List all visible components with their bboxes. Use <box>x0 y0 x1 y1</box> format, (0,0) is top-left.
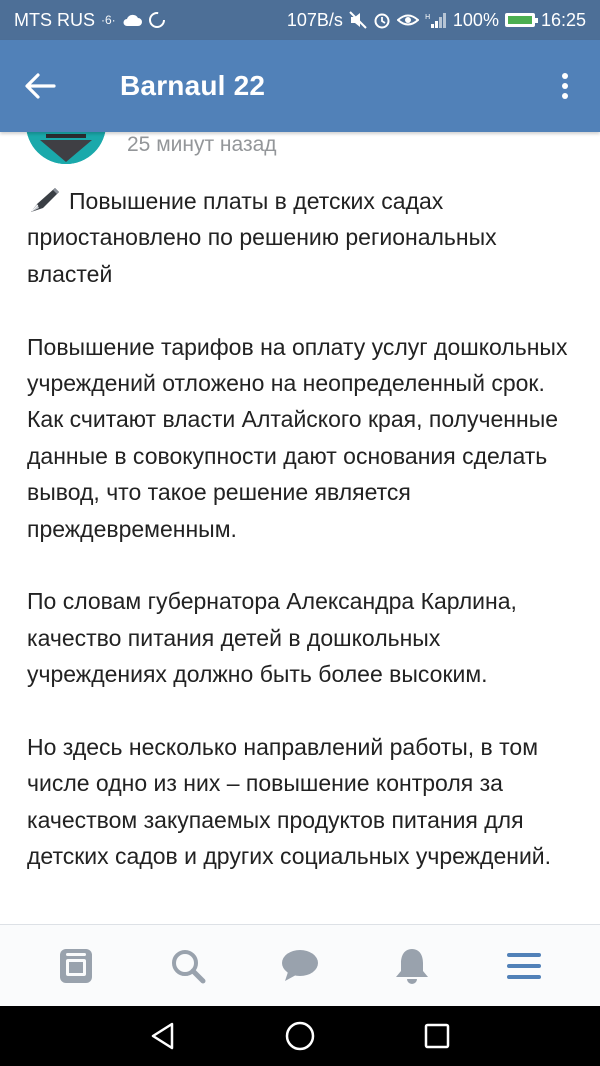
post-content: 25 минут назад Повышение платы в детских… <box>0 132 600 924</box>
tab-search[interactable] <box>158 936 218 996</box>
post-headline-text: Повышение платы в детских садах приостан… <box>27 188 497 287</box>
tab-menu[interactable] <box>494 936 554 996</box>
more-vertical-icon <box>562 73 568 99</box>
carrier-label: MTS RUS <box>14 9 95 30</box>
svg-text:H: H <box>425 13 430 21</box>
mute-icon <box>349 11 367 29</box>
page-title: Barnaul 22 <box>120 70 266 101</box>
screen: MTS RUS ·6· 107B/s H 100% 16:25 Barnaul … <box>0 0 600 1066</box>
eye-comfort-icon <box>396 14 419 26</box>
system-recents-button[interactable] <box>412 1011 462 1061</box>
app-bar: Barnaul 22 <box>0 40 600 132</box>
post-paragraph: Повышение тарифов на оплату услуг дошкол… <box>27 333 568 542</box>
status-left: MTS RUS ·6· <box>14 10 166 31</box>
back-triangle-icon <box>152 1022 174 1050</box>
recents-square-icon <box>424 1023 449 1049</box>
back-button[interactable] <box>20 66 60 106</box>
battery-fill <box>507 16 532 24</box>
post-text: Повышение платы в детских садах приостан… <box>27 183 582 911</box>
system-nav-bar <box>0 1006 600 1066</box>
search-icon <box>172 949 206 983</box>
battery-percent: 100% <box>452 9 499 30</box>
news-icon <box>60 948 92 983</box>
cloud-icon <box>123 14 142 26</box>
avatar[interactable] <box>26 132 106 164</box>
system-home-button[interactable] <box>275 1011 325 1061</box>
status-bar: MTS RUS ·6· 107B/s H 100% 16:25 <box>0 0 600 40</box>
fountain-pen-icon <box>31 188 59 212</box>
net-speed-label: 107B/s <box>286 9 343 30</box>
post-paragraph: Но здесь несколько направлений работы, в… <box>27 734 552 870</box>
alarm-icon <box>374 13 390 29</box>
post-paragraph: По словам губернатора Александра Карлина… <box>27 588 517 688</box>
menu-icon <box>507 952 541 979</box>
clock: 16:25 <box>540 9 586 30</box>
sync-icon <box>148 12 165 28</box>
post-headline: Повышение платы в детских садах приостан… <box>27 183 582 292</box>
bottom-tab-bar <box>0 924 600 1006</box>
tab-news[interactable] <box>46 936 106 996</box>
avatar-image <box>26 132 106 164</box>
battery-icon <box>504 13 538 27</box>
signal-icon: H <box>425 13 446 28</box>
home-circle-icon <box>285 1021 315 1051</box>
more-options-button[interactable] <box>550 66 580 106</box>
data-roaming-icon: ·6· <box>101 13 116 27</box>
messages-icon <box>282 949 318 981</box>
arrow-left-icon <box>25 73 56 99</box>
tab-notifications[interactable] <box>382 936 442 996</box>
system-back-button[interactable] <box>138 1011 188 1061</box>
status-right: 107B/s H 100% 16:25 <box>287 10 586 31</box>
notifications-icon <box>396 948 428 984</box>
tab-messages[interactable] <box>270 936 330 996</box>
post-timestamp: 25 минут назад <box>127 133 277 156</box>
